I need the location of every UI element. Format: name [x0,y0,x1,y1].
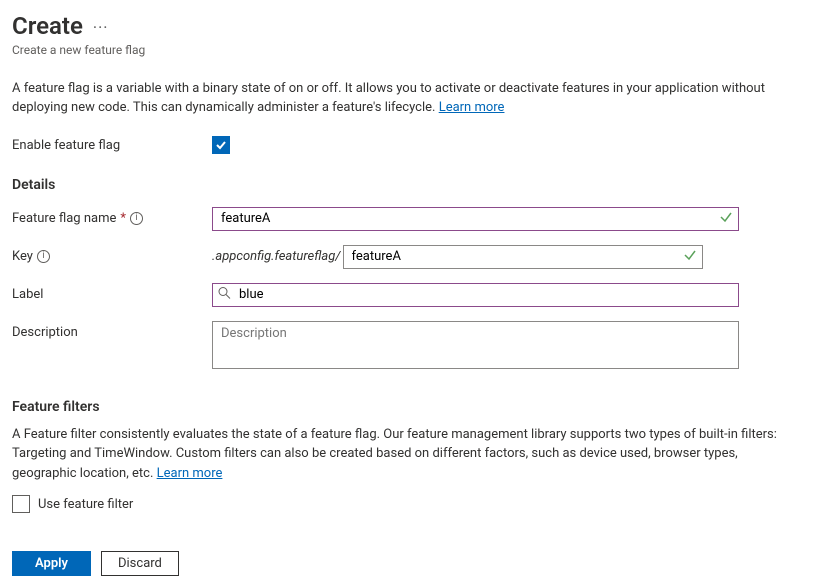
key-input[interactable] [343,245,703,269]
use-filter-label: Use feature filter [38,497,133,512]
info-icon[interactable]: i [37,250,50,263]
check-icon [215,139,227,151]
feature-name-input[interactable] [212,207,739,231]
discard-button[interactable]: Discard [101,551,179,576]
filters-heading: Feature filters [12,399,822,415]
page-title: Create [12,12,83,41]
enable-label: Enable feature flag [12,138,212,153]
key-prefix: .appconfig.featureflag/ [212,249,341,264]
name-label: Feature flag name [12,211,116,226]
label-input[interactable] [212,283,739,307]
intro-text: A feature flag is a variable with a bina… [12,79,782,118]
intro-learn-more-link[interactable]: Learn more [439,100,505,115]
info-icon[interactable]: i [130,212,143,225]
details-heading: Details [12,177,822,193]
description-label: Description [12,321,212,340]
required-indicator: * [120,211,126,226]
key-label: Key [12,249,33,264]
apply-button[interactable]: Apply [12,551,91,576]
page-subtitle: Create a new feature flag [12,43,822,57]
filters-description: A Feature filter consistently evaluates … [12,425,782,484]
filters-body: A Feature filter consistently evaluates … [12,427,777,481]
label-label: Label [12,287,212,302]
ellipsis-icon[interactable]: ··· [93,18,109,37]
filters-learn-more-link[interactable]: Learn more [157,466,223,481]
intro-body: A feature flag is a variable with a bina… [12,81,765,116]
enable-checkbox[interactable] [212,136,230,154]
description-input[interactable] [212,321,739,369]
use-filter-checkbox[interactable] [12,495,30,513]
